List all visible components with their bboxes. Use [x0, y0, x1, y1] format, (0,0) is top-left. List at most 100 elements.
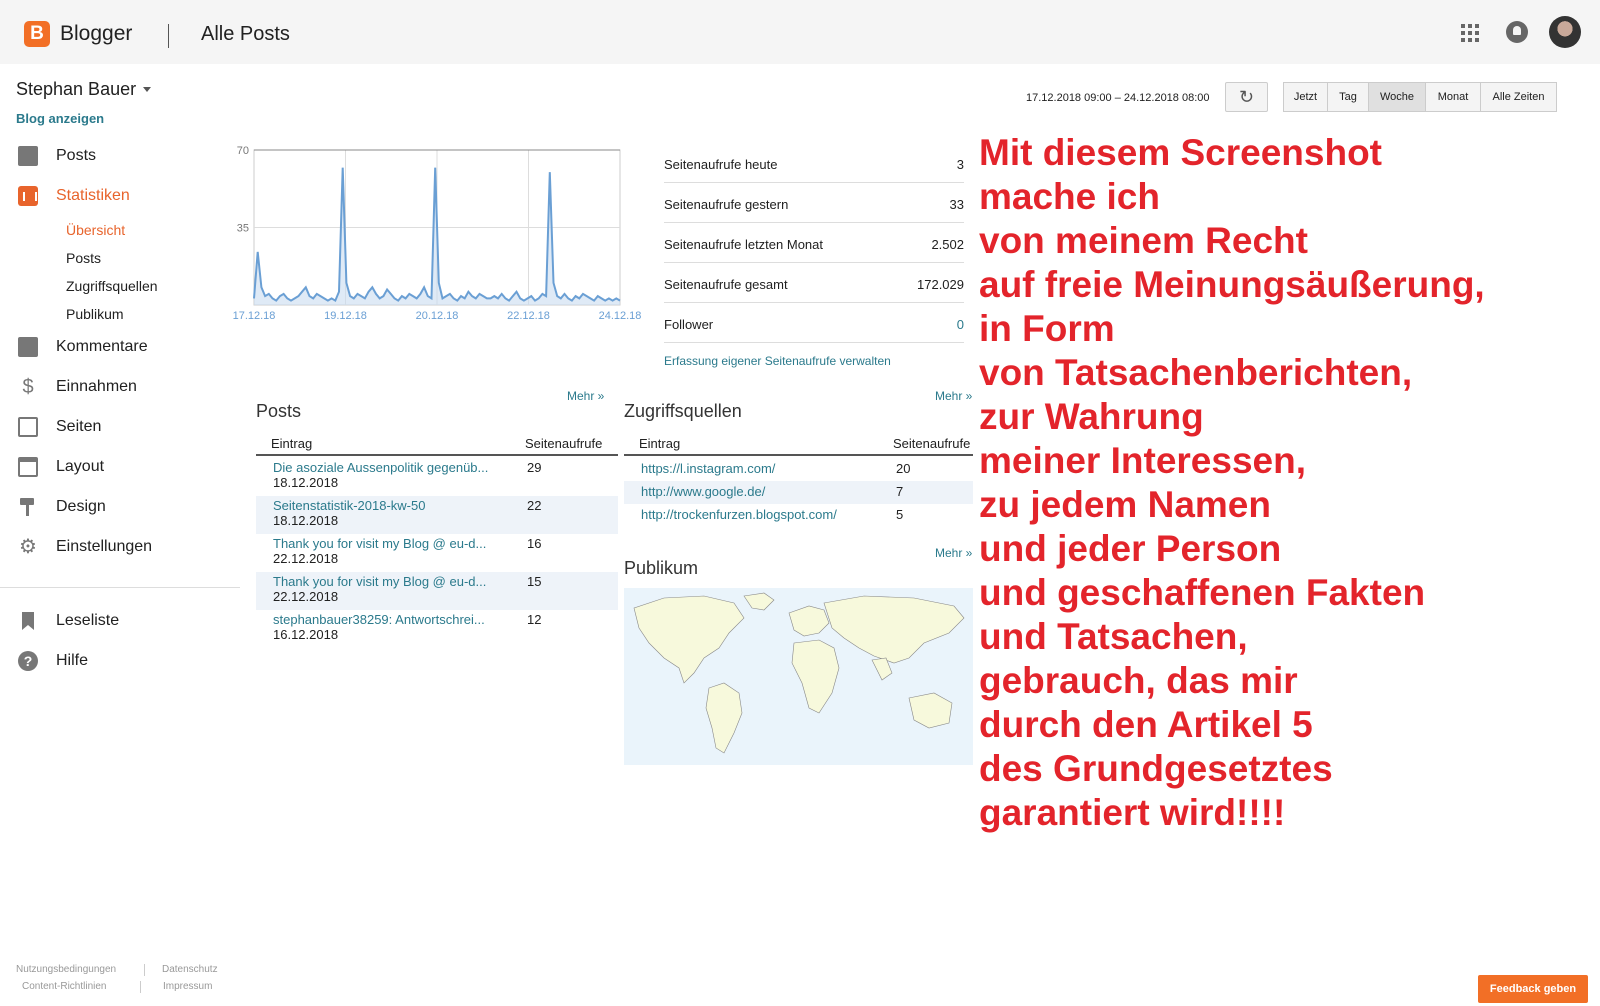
post-views: 12 — [527, 612, 542, 627]
post-date: 16.12.2018 — [273, 627, 339, 642]
sources-panel-title: Zugriffsquellen — [624, 401, 742, 421]
stats-sub-posts[interactable]: Posts — [66, 250, 101, 266]
post-title-link[interactable]: Thank you for visit my Blog @ eu-d... — [273, 536, 486, 551]
overlay-line: in Form — [979, 308, 1115, 349]
range-now-button[interactable]: Jetzt — [1283, 82, 1328, 112]
stat-row-last-month: Seitenaufrufe letzten Monat 2.502 — [664, 223, 964, 263]
overlay-line: Mit diesem Screenshot — [979, 132, 1383, 173]
stat-value: 2.502 — [931, 237, 964, 252]
sidebar-item-design[interactable]: Design — [0, 489, 240, 525]
overlay-line: und jeder Person — [979, 528, 1282, 569]
sidebar-item-layout[interactable]: Layout — [0, 449, 240, 485]
x-tick-label: 17.12.18 — [233, 310, 276, 322]
stat-row-yesterday: Seitenaufrufe gestern 33 — [664, 183, 964, 223]
x-tick-label: 24.12.18 — [599, 310, 642, 322]
post-views: 16 — [527, 536, 542, 551]
sidebar-item-reading-list[interactable]: Leseliste — [0, 603, 240, 639]
privacy-link[interactable]: Datenschutz — [162, 964, 218, 975]
post-title-link[interactable]: Thank you for visit my Blog @ eu-d... — [273, 574, 486, 589]
terms-link[interactable]: Nutzungsbedingungen — [16, 964, 116, 975]
caret-down-icon[interactable] — [143, 87, 151, 92]
post-date: 22.12.2018 — [273, 551, 339, 566]
feedback-button[interactable]: Feedback geben — [1478, 975, 1588, 1003]
sidebar-item-stats[interactable]: Statistiken — [0, 178, 240, 214]
table-row: stephanbauer38259: Antwortschrei... 16.1… — [256, 610, 618, 648]
y-tick-label: 35 — [237, 223, 249, 235]
sidebar-item-earnings[interactable]: $ Einnahmen — [0, 369, 240, 405]
refresh-icon: ↻ — [1238, 87, 1255, 107]
overlay-line: zu jedem Namen — [979, 484, 1271, 525]
app-window: B Blogger Alle Posts Stephan Bauer Blog … — [0, 0, 1600, 1006]
followers-link[interactable]: 0 — [957, 317, 964, 332]
stat-row-total: Seitenaufrufe gesamt 172.029 — [664, 263, 964, 303]
post-title-link[interactable]: Seitenstatistik-2018-kw-50 — [273, 498, 425, 513]
sidebar-item-label: Layout — [56, 458, 105, 475]
stats-sub-sources[interactable]: Zugriffsquellen — [66, 278, 158, 294]
bookmark-icon — [18, 611, 38, 631]
post-title-link[interactable]: stephanbauer38259: Antwortschrei... — [273, 612, 485, 627]
overlay-line: und Tatsachen, — [979, 616, 1248, 657]
sidebar-item-help[interactable]: ? Hilfe — [0, 643, 240, 679]
overlay-line: auf freie Meinungsäußerung, — [979, 264, 1485, 305]
blogger-logo-icon[interactable]: B — [24, 21, 50, 47]
refresh-button[interactable]: ↻ — [1225, 82, 1268, 112]
source-url-link[interactable]: http://trockenfurzen.blogspot.com/ — [641, 507, 837, 522]
top-bar: B Blogger Alle Posts — [0, 0, 1600, 64]
imprint-link[interactable]: Impressum — [163, 981, 212, 992]
source-views: 7 — [896, 484, 904, 499]
avatar[interactable] — [1549, 16, 1581, 48]
sidebar-item-label: Hilfe — [56, 652, 89, 669]
view-blog-link[interactable]: Blog anzeigen — [16, 111, 104, 126]
stat-label: Follower — [664, 317, 714, 332]
sidebar-item-pages[interactable]: Seiten — [0, 409, 240, 445]
source-url-link[interactable]: https://l.instagram.com/ — [641, 461, 775, 476]
table-row: https://l.instagram.com/ 20 — [624, 458, 973, 481]
content-policy-link[interactable]: Content-Richtlinien — [22, 981, 107, 992]
posts-more-link[interactable]: Mehr » — [567, 389, 604, 403]
overlay-line: durch den Artikel 5 — [979, 704, 1313, 745]
overlay-line: und geschaffenen Fakten — [979, 572, 1426, 613]
stat-row-followers: Follower 0 — [664, 303, 964, 343]
stat-label: Seitenaufrufe letzten Monat — [664, 237, 823, 252]
sidebar-item-label: Seiten — [56, 418, 102, 435]
page-title: Alle Posts — [201, 23, 290, 45]
post-title-link[interactable]: Die asoziale Aussenpolitik gegenüb... — [273, 460, 488, 475]
notifications-icon[interactable] — [1506, 21, 1528, 43]
source-url-link[interactable]: http://www.google.de/ — [641, 484, 765, 499]
brand-name[interactable]: Blogger — [60, 22, 132, 46]
range-month-button[interactable]: Monat — [1425, 82, 1481, 112]
sidebar-item-label: Einstellungen — [56, 538, 153, 555]
sidebar-item-comments[interactable]: Kommentare — [0, 329, 240, 365]
overlay-line: meiner Interessen, — [979, 440, 1306, 481]
footer-divider — [140, 981, 141, 993]
audience-more-link[interactable]: Mehr » — [935, 546, 972, 560]
y-tick-label: 70 — [237, 145, 249, 157]
stat-label: Seitenaufrufe gestern — [664, 197, 789, 212]
sidebar-item-posts[interactable]: Posts — [0, 138, 240, 174]
range-all-button[interactable]: Alle Zeiten — [1480, 82, 1557, 112]
stat-label: Seitenaufrufe heute — [664, 157, 778, 172]
post-date: 18.12.2018 — [273, 513, 339, 528]
sidebar-item-label: Statistiken — [56, 187, 130, 204]
stats-sub-audience[interactable]: Publikum — [66, 306, 124, 322]
overlay-line: des Grundgesetztes — [979, 748, 1333, 789]
table-row: Seitenstatistik-2018-kw-50 18.12.2018 22 — [256, 496, 618, 534]
blog-selector[interactable]: Stephan Bauer — [16, 79, 136, 100]
sidebar-item-settings[interactable]: ⚙ Einstellungen — [0, 529, 240, 565]
overlay-line: mache ich — [979, 176, 1160, 217]
post-views: 22 — [527, 498, 542, 513]
date-range-label: 17.12.2018 09:00 – 24.12.2018 08:00 — [1026, 92, 1210, 104]
apps-grid-icon[interactable] — [1461, 24, 1479, 42]
sidebar-item-label: Design — [56, 498, 106, 515]
range-week-button[interactable]: Woche — [1368, 82, 1426, 112]
overlay-line: gebrauch, das mir — [979, 660, 1298, 701]
world-map — [624, 588, 973, 765]
help-icon: ? — [18, 651, 38, 671]
manage-own-views-link[interactable]: Erfassung eigener Seitenaufrufe verwalte… — [664, 354, 891, 368]
sources-more-link[interactable]: Mehr » — [935, 389, 972, 403]
range-day-button[interactable]: Tag — [1327, 82, 1369, 112]
stats-sub-overview[interactable]: Übersicht — [66, 222, 125, 238]
overlay-line: von Tatsachenberichten, — [979, 352, 1413, 393]
posts-icon — [18, 146, 38, 166]
overlay-line: garantiert wird!!!! — [979, 792, 1286, 833]
